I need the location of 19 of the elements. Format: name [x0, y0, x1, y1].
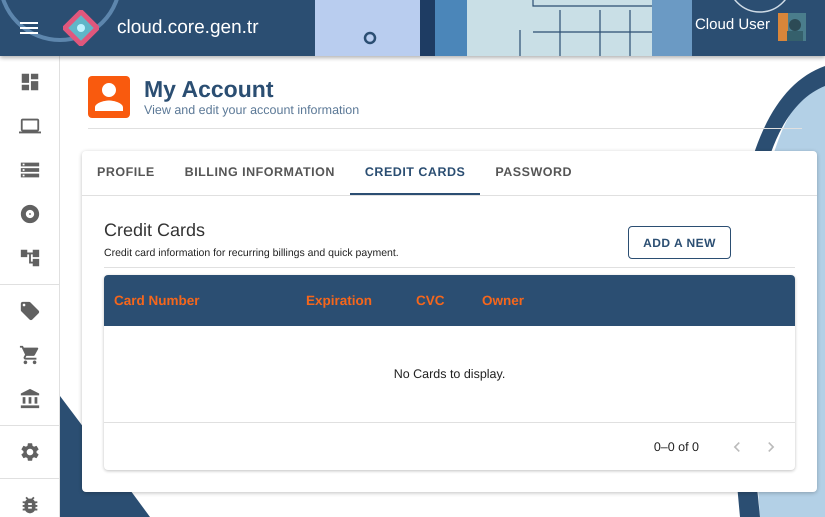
site-title: cloud.core.gen.tr — [117, 17, 259, 39]
page-subtitle: View and edit your account information — [144, 102, 360, 117]
tab[interactable]: BILLING INFORMATION — [170, 151, 350, 195]
user-name[interactable]: Cloud User — [694, 16, 770, 33]
empty-message: No Cards to display. — [394, 367, 506, 381]
page-title: My Account — [144, 77, 274, 103]
column-header: Owner — [482, 293, 526, 308]
column-header: Expiration — [306, 293, 374, 308]
account-icon — [88, 76, 130, 118]
section-title: Credit Cards — [104, 220, 206, 241]
tab[interactable]: PASSWORD — [480, 151, 588, 195]
column-header: Card Number — [114, 293, 201, 308]
user-avatar[interactable] — [778, 13, 806, 41]
tab[interactable]: PROFILE — [82, 151, 170, 195]
section-description: Credit card information for recurring billings and quick payment. — [104, 247, 399, 259]
tab[interactable]: CREDIT CARDS — [350, 151, 480, 195]
column-header: CVC — [416, 293, 446, 308]
pagination-range: 0–0 of 0 — [654, 440, 699, 454]
add-button[interactable]: ADD A NEW — [628, 226, 731, 259]
